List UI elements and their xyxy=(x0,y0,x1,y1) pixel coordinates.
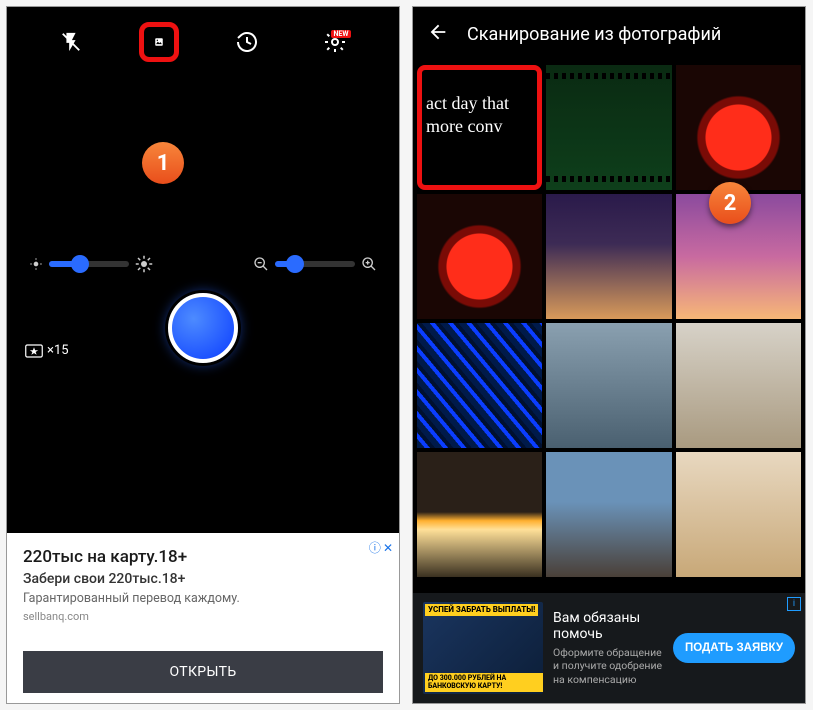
grid-thumb[interactable] xyxy=(546,194,671,319)
ad-image-overlay-top: УСПЕЙ ЗАБРАТЬ ВЫПЛАТЫ! xyxy=(425,604,538,616)
ad-image: УСПЕЙ ЗАБРАТЬ ВЫПЛАТЫ! ДО 300.000 РУБЛЕЙ… xyxy=(423,602,543,694)
zoom-slider[interactable] xyxy=(253,256,377,272)
back-button[interactable] xyxy=(427,21,449,47)
grid-thumb[interactable] xyxy=(417,323,542,448)
photo-grid: act day that more conv xyxy=(413,61,805,593)
arrow-left-icon xyxy=(427,21,449,43)
grid-thumb[interactable] xyxy=(676,452,801,577)
grid-thumb[interactable] xyxy=(676,65,801,190)
zoom-out-icon xyxy=(253,256,269,272)
brightness-high-icon xyxy=(135,255,153,273)
ad-description: Оформите обращение и получите одобрение … xyxy=(553,646,663,687)
viewfinder: 1 ×15 xyxy=(7,77,399,533)
grid-thumb[interactable] xyxy=(546,65,671,190)
thumb-text-1: act day that xyxy=(426,93,509,113)
zoom-in-icon xyxy=(361,256,377,272)
picker-titlebar: Сканирование из фотографий xyxy=(413,7,805,61)
new-badge: NEW xyxy=(331,30,350,38)
image-icon xyxy=(154,30,164,54)
grid-thumb[interactable] xyxy=(417,194,542,319)
brightness-low-icon xyxy=(29,257,43,271)
history-button[interactable] xyxy=(227,22,267,62)
ad-banner-bottom[interactable]: ⓘ ✕ 220тыс на карту.18+ Забери свои 220т… xyxy=(7,533,399,703)
gallery-picker-screen: Сканирование из фотографий act day that … xyxy=(412,6,806,704)
grid-thumb[interactable] xyxy=(417,452,542,577)
ad-text: Вам обязаны помочь Оформите обращение и … xyxy=(553,610,663,687)
ad-banner-bottom[interactable]: i УСПЕЙ ЗАБРАТЬ ВЫПЛАТЫ! ДО 300.000 РУБЛ… xyxy=(413,593,805,703)
ad-headline: 220тыс на карту.18+ xyxy=(23,547,383,567)
ad-domain: sellbanq.com xyxy=(23,610,383,623)
ad-cta-button[interactable]: ОТКРЫТЬ xyxy=(23,651,383,693)
grid-thumb-selected[interactable]: act day that more conv xyxy=(417,65,542,190)
ad-headline: Вам обязаны помочь xyxy=(553,610,663,642)
ad-description: Гарантированный перевод каждому. xyxy=(23,591,383,606)
ad-info-icon[interactable]: ⓘ xyxy=(369,539,381,556)
flash-off-icon xyxy=(60,31,82,53)
ad-close-icon[interactable]: ✕ xyxy=(383,541,393,555)
grid-thumb[interactable] xyxy=(676,323,801,448)
camera-topbar: NEW xyxy=(7,7,399,77)
thumb-text-2: more conv xyxy=(426,116,502,136)
grid-thumb[interactable] xyxy=(546,452,671,577)
page-title: Сканирование из фотографий xyxy=(467,24,721,45)
ticket-icon xyxy=(25,344,43,358)
ad-subheadline: Забери свои 220тыс.18+ xyxy=(23,571,383,587)
brightness-slider[interactable] xyxy=(29,255,153,273)
ad-controls: ⓘ ✕ xyxy=(369,539,393,556)
brightness-track[interactable] xyxy=(49,261,129,267)
grid-thumb[interactable] xyxy=(546,323,671,448)
flash-toggle[interactable] xyxy=(51,22,91,62)
ad-image-overlay-bottom: ДО 300.000 РУБЛЕЙ НА БАНКОВСКУЮ КАРТУ! xyxy=(425,673,543,692)
zoom-track[interactable] xyxy=(275,261,355,267)
ad-info-icon[interactable]: i xyxy=(787,597,801,611)
step-marker-1: 1 xyxy=(142,142,184,184)
ad-cta-button[interactable]: ПОДАТЬ ЗАЯВКУ xyxy=(673,633,795,663)
credits-counter[interactable]: ×15 xyxy=(25,343,69,358)
credits-value: ×15 xyxy=(47,343,69,358)
history-icon xyxy=(235,30,259,54)
gallery-button[interactable] xyxy=(139,22,179,62)
settings-button[interactable]: NEW xyxy=(315,22,355,62)
shutter-button[interactable] xyxy=(168,293,238,363)
camera-sliders xyxy=(7,255,399,273)
camera-screen: NEW 1 ×15 ⓘ ✕ 22 xyxy=(6,6,400,704)
step-marker-2: 2 xyxy=(709,182,751,224)
